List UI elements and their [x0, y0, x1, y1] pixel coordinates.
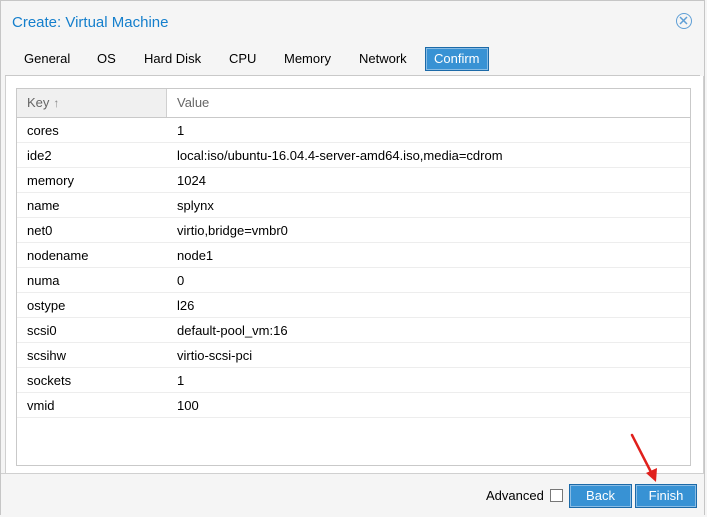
table-row[interactable]: numa 0	[17, 268, 690, 293]
row-key: vmid	[27, 398, 55, 413]
dialog-titlebar: Create: Virtual Machine	[1, 1, 704, 41]
table-row[interactable]: ostype l26	[17, 293, 690, 318]
tab-general[interactable]: General	[24, 48, 70, 70]
table-row[interactable]: nodename node1	[17, 243, 690, 268]
summary-grid: Key ↑ Value cores 1 ide2 local:iso/ubuntu-1…	[16, 88, 691, 466]
grid-rows: cores 1 ide2 local:iso/ubuntu-16.04.4-serv…	[17, 118, 690, 418]
row-key: ide2	[27, 148, 52, 163]
finish-button[interactable]: Finish	[635, 484, 697, 508]
row-key: name	[27, 198, 60, 213]
dialog-footer: Advanced Back Finish	[1, 473, 704, 515]
row-value: node1	[177, 248, 214, 263]
tab-cpu[interactable]: CPU	[229, 48, 256, 70]
wizard-tabbar: General OS Hard Disk CPU Memory Network …	[5, 45, 700, 76]
back-button[interactable]: Back	[569, 484, 632, 508]
row-value: 1024	[177, 173, 206, 188]
column-header-value-label: Value	[177, 95, 210, 110]
row-key: cores	[27, 123, 59, 138]
tab-os[interactable]: OS	[97, 48, 116, 70]
row-key: sockets	[27, 373, 72, 388]
row-key: scsi0	[27, 323, 57, 338]
sort-ascending-icon: ↑	[53, 96, 60, 110]
table-row[interactable]: vmid 100	[17, 393, 690, 418]
row-value: l26	[177, 298, 195, 313]
row-value: local:iso/ubuntu-16.04.4-server-amd64.is…	[177, 148, 503, 163]
row-value: virtio-scsi-pci	[177, 348, 253, 363]
close-icon	[679, 16, 688, 25]
table-row[interactable]: sockets 1	[17, 368, 690, 393]
confirm-panel: Key ↑ Value cores 1 ide2 local:iso/ubuntu-1…	[5, 76, 704, 473]
close-button[interactable]	[676, 13, 692, 29]
table-row[interactable]: scsi0 default-pool_vm:16	[17, 318, 690, 343]
row-key: ostype	[27, 298, 66, 313]
row-key: nodename	[27, 248, 89, 263]
create-vm-dialog: Create: Virtual Machine General OS Hard …	[0, 0, 705, 515]
table-row[interactable]: name splynx	[17, 193, 690, 218]
row-key: scsihw	[27, 348, 67, 363]
row-value: 1	[177, 123, 185, 138]
table-row[interactable]: net0 virtio,bridge=vmbr0	[17, 218, 690, 243]
row-value: 0	[177, 273, 185, 288]
dialog-title: Create: Virtual Machine	[12, 14, 169, 31]
advanced-label: Advanced	[486, 488, 544, 503]
table-row[interactable]: cores 1	[17, 118, 690, 143]
column-header-key-label: Key	[27, 95, 50, 110]
column-header-value[interactable]: Value	[167, 89, 690, 117]
row-key: memory	[27, 173, 74, 188]
row-value: virtio,bridge=vmbr0	[177, 223, 288, 238]
row-value: 100	[177, 398, 199, 413]
row-key: numa	[27, 273, 60, 288]
row-value: default-pool_vm:16	[177, 323, 288, 338]
row-value: splynx	[177, 198, 214, 213]
table-row[interactable]: scsihw virtio-scsi-pci	[17, 343, 690, 368]
tab-memory[interactable]: Memory	[284, 48, 331, 70]
tab-hard-disk[interactable]: Hard Disk	[144, 48, 201, 70]
annotation-arrow-icon	[630, 433, 657, 482]
tab-network[interactable]: Network	[359, 48, 407, 70]
table-row[interactable]: ide2 local:iso/ubuntu-16.04.4-server-amd6…	[17, 143, 690, 168]
tab-confirm[interactable]: Confirm	[425, 47, 489, 71]
grid-header: Key ↑ Value	[17, 89, 690, 118]
column-header-key[interactable]: Key ↑	[17, 89, 167, 117]
row-value: 1	[177, 373, 185, 388]
table-row[interactable]: memory 1024	[17, 168, 690, 193]
advanced-checkbox[interactable]	[550, 489, 563, 502]
row-key: net0	[27, 223, 53, 238]
